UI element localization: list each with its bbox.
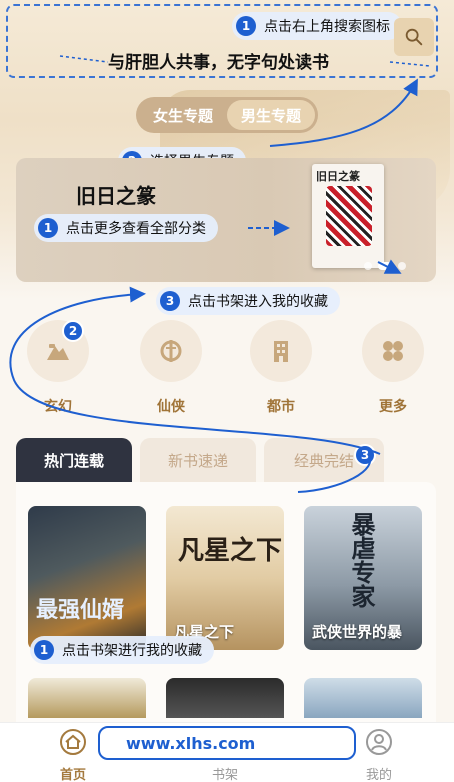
book-cover-text: 凡星之下 bbox=[178, 536, 283, 566]
step-badge-3: 3 bbox=[354, 444, 376, 466]
step-badge-2: 2 bbox=[62, 320, 84, 342]
callout-text: 点击更多查看全部分类 bbox=[66, 221, 206, 237]
nav-label: 首页 bbox=[59, 768, 86, 782]
category-label: 更多 bbox=[379, 399, 407, 415]
book-card[interactable]: 最强仙婿 bbox=[28, 506, 146, 650]
book-card-partial[interactable] bbox=[304, 678, 422, 718]
category-label: 都市 bbox=[267, 399, 295, 415]
tab-hot-serial[interactable]: 热门连载 bbox=[16, 438, 132, 482]
callout-text: 点击书架进行我的收藏 bbox=[62, 643, 202, 659]
step-badge: 3 bbox=[160, 291, 180, 311]
book-card[interactable]: 暴虐专家 武侠世界的暴 bbox=[304, 506, 422, 650]
gender-toggle: 女生专题 男生专题 bbox=[136, 97, 318, 133]
slogan: 与肝胆人共事，无字句处读书 bbox=[108, 53, 329, 73]
nav-label: 我的 bbox=[365, 768, 392, 782]
book-cover-text: 最强仙婿 bbox=[36, 597, 125, 623]
step-badge: 1 bbox=[236, 16, 256, 36]
category-label: 玄幻 bbox=[44, 399, 72, 415]
nav-label: 书架 bbox=[211, 768, 238, 782]
carousel-dots bbox=[364, 262, 406, 270]
callout-more: 1 点击更多查看全部分类 bbox=[34, 214, 218, 242]
search-button[interactable] bbox=[394, 18, 434, 56]
callout-text: 点击右上角搜索图标 bbox=[264, 19, 390, 35]
callout-shelf: 3 点击书架进入我的收藏 bbox=[156, 287, 340, 315]
step-badge: 1 bbox=[34, 640, 54, 660]
profile-icon bbox=[366, 729, 392, 755]
search-icon bbox=[405, 28, 423, 46]
book-card-partial[interactable] bbox=[28, 678, 146, 718]
category-label: 仙侠 bbox=[157, 399, 185, 415]
cover-title: 旧日之篆 bbox=[316, 170, 360, 183]
sword-icon bbox=[160, 340, 182, 362]
tab-female[interactable]: 女生专题 bbox=[139, 100, 227, 130]
url-label: www.xlhs.com bbox=[98, 726, 356, 760]
book-cover-text: 暴虐专家 bbox=[347, 512, 376, 608]
tab-male[interactable]: 男生专题 bbox=[227, 100, 315, 130]
callout-bottom: 1 点击书架进行我的收藏 bbox=[30, 636, 214, 664]
book-card[interactable]: 凡星之下 凡星之下 bbox=[166, 506, 284, 650]
carousel-dot bbox=[364, 262, 372, 270]
cover-art bbox=[326, 186, 372, 246]
carousel-dot-active bbox=[378, 262, 392, 270]
book-title: 武侠世界的暴 bbox=[312, 623, 403, 641]
home-icon bbox=[60, 729, 86, 755]
callout-search: 1 点击右上角搜索图标 bbox=[232, 12, 402, 40]
book-card-partial[interactable] bbox=[166, 678, 284, 718]
category-urban[interactable]: 都市 bbox=[249, 320, 313, 416]
step-badge: 1 bbox=[38, 218, 58, 238]
category-xianxia[interactable]: 仙侠 bbox=[139, 320, 203, 416]
grid-icon bbox=[383, 341, 403, 361]
category-more[interactable]: 更多 bbox=[361, 320, 425, 416]
building-icon bbox=[274, 341, 288, 362]
callout-text: 点击书架进入我的收藏 bbox=[188, 294, 328, 310]
banner-book-cover[interactable]: 旧日之篆 bbox=[312, 164, 384, 268]
banner-title: 旧日之篆 bbox=[76, 184, 156, 208]
tab-new-books[interactable]: 新书速递 bbox=[140, 438, 256, 482]
carousel-dot bbox=[398, 262, 406, 270]
